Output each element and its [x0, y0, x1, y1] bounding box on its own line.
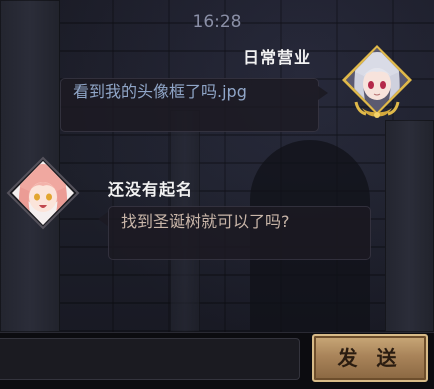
avatar-left[interactable]: [4, 155, 82, 233]
stone-pillar-right: [385, 120, 434, 332]
message-bubble-left: 找到圣诞树就可以了吗?: [108, 206, 371, 260]
bubble-tail-right: [318, 86, 328, 100]
chat-timestamp: 16:28: [192, 12, 242, 32]
send-button[interactable]: 发 送: [312, 334, 428, 382]
chat-message-input[interactable]: [0, 338, 300, 380]
sender-name-left: 还没有起名: [108, 180, 194, 199]
message-bubble-right: 看到我的头像框了吗.jpg: [60, 78, 319, 132]
avatar-right[interactable]: [338, 42, 416, 120]
message-text-left: 找到圣诞树就可以了吗?: [121, 212, 290, 231]
pink-haired-girl-avatar-icon: [6, 156, 80, 230]
message-text-right: 看到我的头像框了吗.jpg: [73, 82, 247, 101]
sender-name-right: 日常营业: [243, 48, 312, 67]
bubble-tail-left: [98, 212, 108, 226]
silver-haired-girl-avatar-icon: [342, 45, 412, 118]
